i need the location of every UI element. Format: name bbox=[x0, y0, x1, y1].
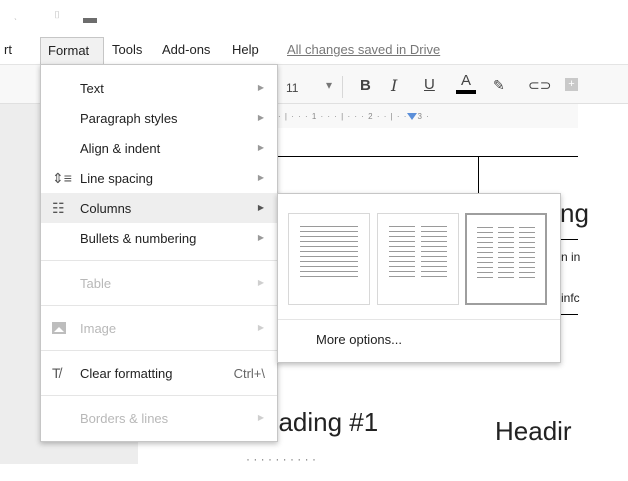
format-menu: Text ▶ Paragraph styles ▶ Align & indent… bbox=[40, 64, 278, 442]
bottom-strip bbox=[0, 464, 628, 481]
doc-heading-2[interactable]: Headir bbox=[495, 416, 572, 447]
menu-item-label: Image bbox=[80, 321, 117, 336]
indent-marker[interactable] bbox=[407, 113, 417, 120]
menu-item-label: Clear formatting bbox=[80, 366, 173, 381]
columns-submenu: More options... bbox=[277, 193, 561, 363]
submenu-arrow-icon: ▶ bbox=[257, 233, 264, 242]
line-spacing-icon: ⇕≡ bbox=[52, 170, 72, 186]
menu-item-columns[interactable]: ☷ Columns ▶ bbox=[41, 193, 277, 223]
menu-item-label: Columns bbox=[80, 201, 132, 216]
doc-icon[interactable] bbox=[83, 18, 97, 23]
tiny-mark: ⌷ bbox=[54, 10, 60, 21]
link-icon[interactable]: ⊂⊃ bbox=[528, 77, 551, 94]
menu-item-label: Bullets & numbering bbox=[80, 231, 197, 246]
image-icon bbox=[52, 322, 66, 334]
menu-separator bbox=[41, 350, 277, 351]
submenu-arrow-icon: ▶ bbox=[257, 323, 264, 332]
more-options-item[interactable]: More options... bbox=[316, 332, 402, 347]
menu-item-text[interactable]: Text ▶ bbox=[41, 73, 277, 103]
menu-item-table: Table ▶ bbox=[41, 268, 277, 298]
doc-faint-text: · · · · · · · · · · bbox=[246, 452, 316, 466]
tiny-mark: ˎ bbox=[14, 10, 18, 21]
menu-item-label: Table bbox=[80, 276, 112, 291]
menu-help[interactable]: Help bbox=[232, 42, 259, 57]
italic-button[interactable]: I bbox=[391, 76, 397, 95]
doc-cell-text[interactable]: infc bbox=[561, 291, 580, 305]
submenu-arrow-icon: ▶ bbox=[257, 173, 264, 182]
menu-item-clear-formatting[interactable]: T̸ Clear formatting Ctrl+\ bbox=[41, 358, 277, 388]
bold-button[interactable]: B bbox=[360, 77, 371, 94]
clear-formatting-icon: T̸ bbox=[52, 365, 61, 381]
menu-separator bbox=[41, 395, 277, 396]
columns-icon: ☷ bbox=[52, 200, 65, 216]
one-column-icon bbox=[300, 226, 358, 281]
text-color-bar bbox=[456, 90, 476, 94]
text-color-button[interactable]: A bbox=[456, 72, 476, 94]
menu-item-label: Text bbox=[80, 81, 104, 96]
save-status-link[interactable]: All changes saved in Drive bbox=[287, 42, 440, 57]
shortcut-label: Ctrl+\ bbox=[233, 366, 265, 381]
table-border bbox=[561, 314, 578, 315]
highlight-pen-icon[interactable]: ✎ bbox=[493, 77, 505, 94]
three-columns-icon bbox=[477, 227, 493, 282]
menu-item-label: Line spacing bbox=[80, 171, 153, 186]
submenu-arrow-icon: ▶ bbox=[257, 143, 264, 152]
menu-item-label: Align & indent bbox=[80, 141, 161, 156]
chevron-down-icon[interactable]: ▾ bbox=[326, 78, 332, 92]
doc-heading-partial[interactable]: ng bbox=[560, 198, 589, 229]
menu-separator bbox=[41, 260, 277, 261]
submenu-arrow-icon: ▶ bbox=[257, 203, 264, 212]
menu-item-image: Image ▶ bbox=[41, 313, 277, 343]
menu-item-borders-lines: Borders & lines ▶ bbox=[41, 403, 277, 433]
toolbar-separator bbox=[342, 76, 343, 98]
table-border bbox=[278, 156, 578, 157]
three-columns-icon bbox=[519, 227, 535, 282]
submenu-arrow-icon: ▶ bbox=[257, 113, 264, 122]
doc-heading-1[interactable]: eading #1 bbox=[264, 407, 378, 438]
doc-cell-text[interactable]: n in bbox=[561, 250, 580, 264]
menu-item-label: Borders & lines bbox=[80, 411, 169, 426]
two-columns-icon bbox=[389, 226, 415, 281]
menu-separator bbox=[278, 319, 560, 320]
menu-item-paragraph-styles[interactable]: Paragraph styles ▶ bbox=[41, 103, 277, 133]
menu-tools[interactable]: Tools bbox=[112, 42, 142, 57]
two-columns-option[interactable] bbox=[377, 213, 459, 305]
menu-insert[interactable]: rt bbox=[4, 42, 12, 57]
submenu-arrow-icon: ▶ bbox=[257, 413, 264, 422]
submenu-arrow-icon: ▶ bbox=[257, 278, 264, 287]
menu-item-bullets-numbering[interactable]: Bullets & numbering ▶ bbox=[41, 223, 277, 253]
menu-addons[interactable]: Add-ons bbox=[162, 42, 210, 57]
three-columns-icon bbox=[498, 227, 514, 282]
menu-format[interactable]: Format bbox=[40, 37, 104, 64]
menu-item-line-spacing[interactable]: ⇕≡ Line spacing ▶ bbox=[41, 163, 277, 193]
text-color-label: A bbox=[460, 72, 471, 89]
font-size-select[interactable]: 11 bbox=[286, 81, 298, 95]
menu-item-align-indent[interactable]: Align & indent ▶ bbox=[41, 133, 277, 163]
table-border bbox=[561, 239, 578, 240]
three-columns-option[interactable] bbox=[465, 213, 547, 305]
submenu-arrow-icon: ▶ bbox=[257, 83, 264, 92]
one-column-option[interactable] bbox=[288, 213, 370, 305]
menu-format-label: Format bbox=[48, 43, 90, 58]
insert-comment-icon[interactable]: + bbox=[565, 78, 578, 91]
underline-button[interactable]: U bbox=[424, 76, 435, 93]
menu-separator bbox=[41, 305, 277, 306]
menu-item-label: Paragraph styles bbox=[80, 111, 178, 126]
two-columns-icon bbox=[421, 226, 447, 281]
